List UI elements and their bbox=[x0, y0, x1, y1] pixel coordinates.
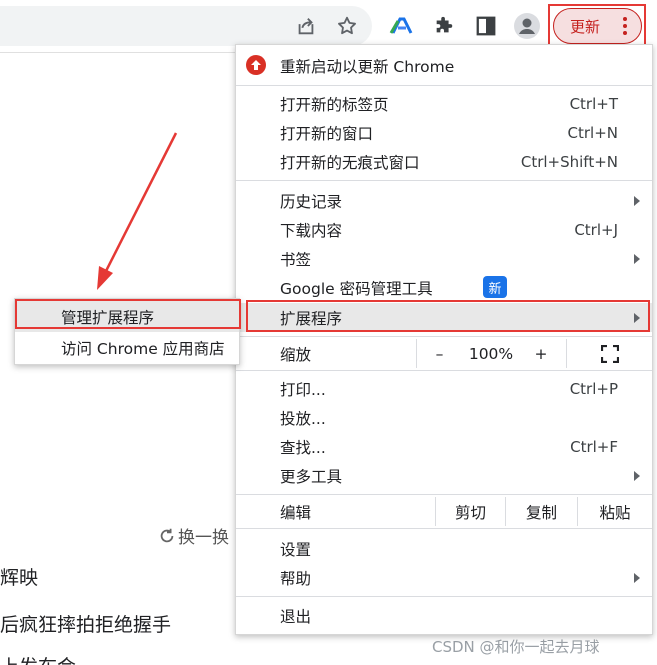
menu-separator bbox=[236, 528, 652, 529]
watermark: CSDN @和你一起去月球 bbox=[432, 638, 600, 656]
menu-item-label: 缩放 bbox=[280, 345, 312, 364]
menu-item-history[interactable]: 历史记录 bbox=[236, 186, 652, 215]
menu-separator bbox=[236, 336, 652, 337]
menu-separator bbox=[236, 85, 652, 86]
extension-a-icon[interactable] bbox=[388, 12, 416, 40]
fullscreen-button[interactable] bbox=[566, 339, 652, 368]
shortcut-label: Ctrl+N bbox=[567, 123, 618, 142]
menu-item-label: 打印... bbox=[280, 380, 326, 399]
menu-item-incognito[interactable]: 打开新的无痕式窗口 Ctrl+Shift+N bbox=[236, 147, 652, 176]
news-line[interactable]: 辉映 bbox=[0, 563, 38, 590]
chrome-main-menu: 重新启动以更新 Chrome 打开新的标签页 Ctrl+T 打开新的窗口 Ctr… bbox=[235, 44, 653, 635]
refresh-link[interactable]: 换一换 bbox=[158, 523, 229, 548]
share-icon[interactable] bbox=[292, 12, 320, 40]
update-arrow-icon bbox=[246, 55, 266, 75]
shortcut-label: Ctrl+F bbox=[570, 437, 618, 456]
menu-item-label: Google 密码管理工具 bbox=[280, 279, 433, 298]
edit-copy-button[interactable]: 复制 bbox=[505, 497, 577, 526]
menu-item-label: 查找... bbox=[280, 438, 326, 457]
menu-item-new-tab[interactable]: 打开新的标签页 Ctrl+T bbox=[236, 89, 652, 118]
submenu-item-label: 访问 Chrome 应用商店 bbox=[61, 339, 225, 358]
menu-separator bbox=[236, 370, 652, 371]
edit-paste-button[interactable]: 粘贴 bbox=[577, 497, 652, 526]
refresh-label: 换一换 bbox=[178, 528, 229, 548]
menu-item-label: 退出 bbox=[280, 607, 312, 626]
refresh-icon bbox=[160, 528, 174, 542]
menu-item-label: 打开新的标签页 bbox=[280, 95, 389, 114]
menu-item-find[interactable]: 查找... Ctrl+F bbox=[236, 432, 652, 461]
zoom-level: 100% bbox=[468, 344, 514, 363]
menu-item-label: 打开新的窗口 bbox=[280, 124, 374, 143]
page-divider bbox=[0, 52, 235, 53]
new-badge: 新 bbox=[483, 276, 507, 298]
menu-item-settings[interactable]: 设置 bbox=[236, 534, 652, 563]
menu-item-help[interactable]: 帮助 bbox=[236, 563, 652, 592]
submenu-arrow-icon bbox=[634, 470, 640, 481]
menu-item-label: 下载内容 bbox=[280, 221, 343, 240]
shortcut-label: Ctrl+P bbox=[569, 379, 618, 398]
menu-item-downloads[interactable]: 下载内容 Ctrl+J bbox=[236, 215, 652, 244]
bookmark-star-icon[interactable] bbox=[333, 12, 361, 40]
menu-item-label: 历史记录 bbox=[280, 192, 343, 211]
submenu-arrow-icon bbox=[634, 253, 640, 264]
menu-item-restart-update[interactable]: 重新启动以更新 Chrome bbox=[236, 51, 652, 80]
shortcut-label: Ctrl+Shift+N bbox=[520, 152, 618, 171]
submenu-arrow-icon bbox=[634, 572, 640, 583]
puzzle-extensions-icon[interactable] bbox=[430, 12, 458, 40]
shortcut-label: Ctrl+J bbox=[574, 220, 618, 239]
menu-item-label: 编辑 bbox=[280, 503, 312, 522]
menu-item-exit[interactable]: 退出 bbox=[236, 601, 652, 630]
news-line[interactable]: 后疯狂摔拍拒绝握手 bbox=[0, 610, 171, 637]
menu-item-label: 设置 bbox=[280, 540, 312, 559]
menu-separator bbox=[236, 494, 652, 495]
edit-cut-button[interactable]: 剪切 bbox=[435, 497, 505, 526]
menu-item-label: 打开新的无痕式窗口 bbox=[280, 153, 420, 172]
extensions-highlight-frame bbox=[246, 300, 650, 332]
submenu-arrow-icon bbox=[634, 195, 640, 206]
profile-avatar-icon[interactable] bbox=[513, 12, 541, 40]
menu-item-label: 书签 bbox=[280, 250, 312, 269]
menu-item-new-window[interactable]: 打开新的窗口 Ctrl+N bbox=[236, 118, 652, 147]
menu-item-bookmarks[interactable]: 书签 bbox=[236, 244, 652, 273]
news-line[interactable]: 上发布会 bbox=[0, 652, 76, 665]
menu-item-label: 帮助 bbox=[280, 569, 312, 588]
menu-item-password-manager[interactable]: Google 密码管理工具 新 bbox=[236, 273, 652, 302]
update-highlight-frame bbox=[548, 4, 646, 46]
zoom-out-button[interactable]: – bbox=[416, 339, 462, 368]
manage-extensions-highlight-frame bbox=[15, 299, 241, 329]
menu-item-label: 更多工具 bbox=[280, 467, 343, 486]
side-panel-icon[interactable] bbox=[472, 12, 500, 40]
menu-separator bbox=[236, 596, 652, 597]
zoom-in-button[interactable]: + bbox=[520, 339, 562, 368]
fullscreen-icon bbox=[600, 344, 619, 363]
menu-separator bbox=[236, 180, 652, 181]
submenu-item-chrome-web-store[interactable]: 访问 Chrome 应用商店 bbox=[15, 332, 239, 363]
menu-item-cast[interactable]: 投放... bbox=[236, 403, 652, 432]
menu-item-more-tools[interactable]: 更多工具 bbox=[236, 461, 652, 490]
menu-item-label: 投放... bbox=[280, 409, 326, 428]
shortcut-label: Ctrl+T bbox=[569, 94, 618, 113]
menu-item-label: 重新启动以更新 Chrome bbox=[280, 57, 455, 76]
menu-item-print[interactable]: 打印... Ctrl+P bbox=[236, 374, 652, 403]
